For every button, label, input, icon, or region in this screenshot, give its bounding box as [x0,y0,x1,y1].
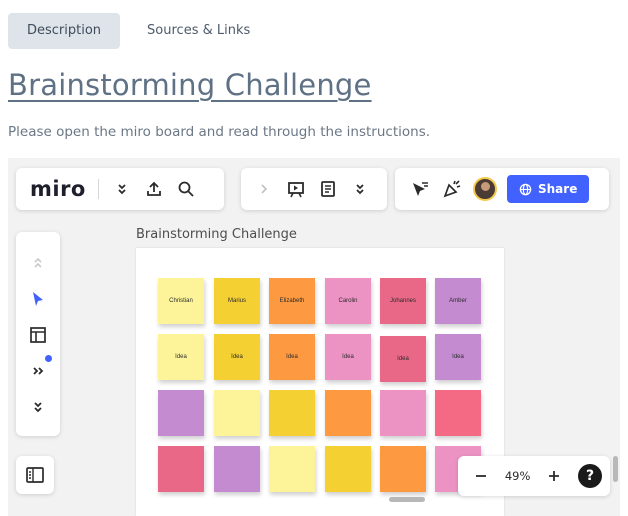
share-button[interactable]: Share [507,175,590,203]
miro-top-left-toolbar: miro [16,168,224,210]
miro-embed[interactable]: miro Share Brainstorming Challenge Chris… [8,158,620,516]
export-icon[interactable] [143,178,165,200]
zoom-out-icon[interactable] [470,465,492,487]
sticky-note[interactable]: Johannes [380,278,426,324]
search-icon[interactable] [175,178,197,200]
page-title[interactable]: Brainstorming Challenge [8,68,372,102]
tab-description[interactable]: Description [8,13,121,49]
templates-icon[interactable] [27,324,49,346]
chevron-right-icon[interactable] [253,178,275,200]
sticky-note[interactable]: Marius [214,278,260,324]
share-label: Share [538,182,578,196]
help-button[interactable]: ? [578,464,602,488]
sticky-note[interactable] [380,390,426,436]
sticky-note[interactable] [435,390,481,436]
celebrate-icon[interactable] [441,178,463,200]
sticky-note[interactable]: Idea [214,334,260,380]
cursor-pointer-icon[interactable] [409,178,431,200]
chevron-double-down-icon[interactable] [27,396,49,418]
sticky-note[interactable] [214,390,260,436]
sticky-note[interactable] [214,446,260,492]
globe-icon [519,183,532,195]
divider [97,179,99,199]
sticky-note[interactable]: Elizabeth [269,278,315,324]
zoom-level[interactable]: 49% [505,469,531,483]
horizontal-scrollbar[interactable] [389,497,425,502]
miro-top-middle-toolbar [241,168,387,210]
notification-dot [45,355,52,362]
board-panel-toggle[interactable] [16,456,54,494]
zoom-in-icon[interactable] [543,465,565,487]
sticky-note[interactable] [325,446,371,492]
sticky-note[interactable]: Idea [325,334,371,380]
sticky-note[interactable] [380,446,426,492]
tab-sources-links[interactable]: Sources & Links [128,13,269,49]
sticky-note[interactable]: Idea [158,334,204,380]
sticky-note[interactable] [325,390,371,436]
miro-top-right-toolbar: Share [395,168,609,210]
sticky-note[interactable]: Amber [435,278,481,324]
select-cursor-icon[interactable] [27,288,49,310]
sticky-note[interactable] [158,446,204,492]
sticky-note[interactable]: Idea [435,334,481,380]
chevron-double-down-icon[interactable] [349,178,371,200]
miro-logo[interactable]: miro [30,177,86,201]
sticky-note[interactable] [269,446,315,492]
sticky-note[interactable]: Carolin [325,278,371,324]
notes-icon[interactable] [317,178,339,200]
chevron-double-down-icon[interactable] [111,178,133,200]
vertical-scrollbar[interactable] [613,456,618,482]
board-frame-label[interactable]: Brainstorming Challenge [136,227,297,242]
sticky-note[interactable]: Idea [269,334,315,380]
board-frame[interactable]: Christian Marius Elizabeth Carolin Johan… [136,248,504,516]
sticky-note[interactable] [158,390,204,436]
miro-left-toolbar [16,232,60,436]
tab-bar: Description Sources & Links [8,13,269,49]
chevron-double-up-icon[interactable] [27,252,49,274]
sticky-note[interactable]: Idea [380,336,426,382]
presentation-icon[interactable] [285,178,307,200]
description-text: Please open the miro board and read thro… [8,124,431,140]
sticky-note[interactable]: Christian [158,278,204,324]
zoom-controls: 49% ? [458,456,610,496]
sidebar-icon [26,467,44,483]
sticky-note[interactable] [269,390,315,436]
chevron-double-right-icon[interactable] [27,360,49,382]
avatar[interactable] [473,177,497,201]
